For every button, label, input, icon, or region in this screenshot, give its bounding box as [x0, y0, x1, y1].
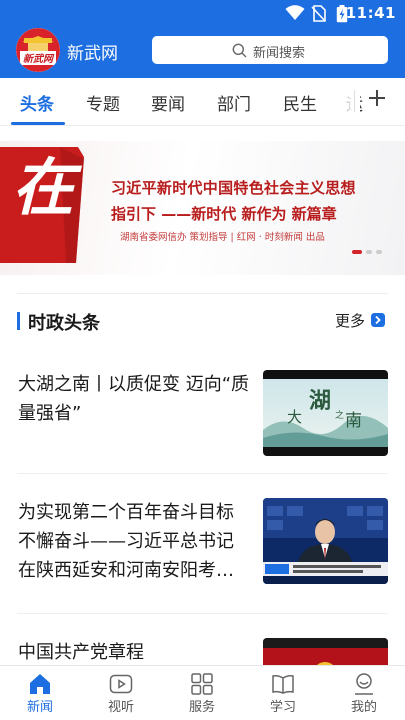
- search-box[interactable]: 新闻搜索: [152, 36, 388, 64]
- news-thumbnail[interactable]: [263, 498, 388, 584]
- nav-label: 新闻: [26, 700, 53, 715]
- news-title[interactable]: 中国共产党章程: [18, 638, 250, 667]
- book-icon: [272, 675, 294, 694]
- nav-news[interactable]: 新闻: [10, 666, 70, 720]
- nav-label: 视听: [107, 700, 134, 715]
- news-thumbnail[interactable]: 大 湖 之 南: [263, 370, 388, 456]
- divider: [17, 613, 388, 614]
- app-title: 新武网: [67, 44, 118, 64]
- divider: [17, 293, 388, 294]
- app-header: 新武网 新武网 新闻搜索: [0, 28, 405, 78]
- nav-label: 我的: [350, 700, 377, 715]
- search-icon: [232, 43, 247, 58]
- news-title[interactable]: 为实现第二个百年奋斗目标不懈奋斗——习近平总书记在陕西延安和河南安阳考…: [18, 498, 250, 585]
- tab-divider: [354, 90, 355, 112]
- nav-label: 服务: [188, 700, 215, 715]
- top-bar: 11:41 新武网 新武网 新闻搜索: [0, 0, 405, 78]
- banner-big-char: 在: [12, 151, 75, 224]
- chevron-right-icon[interactable]: [371, 313, 385, 327]
- play-icon: [109, 674, 133, 694]
- home-icon: [30, 674, 50, 694]
- section-accent-bar: [17, 312, 20, 330]
- tab-headlines[interactable]: 头条: [20, 90, 54, 115]
- banner-headline: 习近平新时代中国特色社会主义思想: [111, 179, 356, 197]
- carousel-dot[interactable]: [366, 250, 372, 254]
- nav-study[interactable]: 学习: [253, 666, 313, 720]
- nav-profile[interactable]: 我的: [334, 666, 394, 720]
- tab-livelihood[interactable]: 民生: [283, 90, 317, 115]
- status-bar: 11:41: [0, 0, 405, 28]
- section-title: 时政头条: [28, 313, 100, 334]
- active-tab-indicator: [11, 122, 65, 125]
- news-title[interactable]: 大湖之南丨以质促变 迈向“质量强省”: [18, 370, 250, 428]
- svg-text:新武网: 新武网: [23, 53, 55, 65]
- category-tabs: 头条 专题 要闻 部门 民生 运: [0, 78, 405, 126]
- search-placeholder: 新闻搜索: [253, 46, 306, 61]
- svg-text:之: 之: [335, 409, 344, 421]
- svg-text:湖: 湖: [309, 388, 331, 414]
- nav-video[interactable]: 视听: [91, 666, 151, 720]
- logo-emblem: 新武网: [16, 28, 60, 72]
- tab-topics[interactable]: 专题: [86, 90, 120, 115]
- tab-scroll-fade: [336, 78, 360, 124]
- nav-services[interactable]: 服务: [172, 666, 232, 720]
- grid-icon: [191, 673, 213, 695]
- headline-banner[interactable]: 在 习近平新时代中国特色社会主义思想 指引下 ——新时代 新作为 新篇章 湖南省…: [0, 141, 405, 275]
- banner-subheadline: 指引下 ——新时代 新作为 新篇章: [111, 205, 337, 223]
- divider: [17, 473, 388, 474]
- svg-text:南: 南: [345, 411, 362, 431]
- wifi-icon: [285, 5, 305, 20]
- more-link[interactable]: 更多: [335, 310, 365, 331]
- carousel-dot[interactable]: [352, 250, 362, 254]
- banner-credits: 湖南省委网信办 策划指导 | 红网 · 时刻新闻 出品: [120, 232, 325, 243]
- svg-text:大: 大: [287, 408, 302, 426]
- tab-departments[interactable]: 部门: [217, 90, 251, 115]
- add-channel-icon[interactable]: [366, 87, 388, 109]
- carousel-dot[interactable]: [376, 250, 382, 254]
- tab-major-news[interactable]: 要闻: [151, 90, 185, 115]
- no-sim-icon: [311, 5, 326, 22]
- nav-label: 学习: [269, 700, 296, 715]
- profile-icon: [355, 673, 373, 695]
- app-logo[interactable]: 新武网: [16, 28, 60, 72]
- bottom-navigation: 新闻 视听 服务 学习 我的: [0, 665, 405, 720]
- status-time: 11:41: [345, 4, 396, 22]
